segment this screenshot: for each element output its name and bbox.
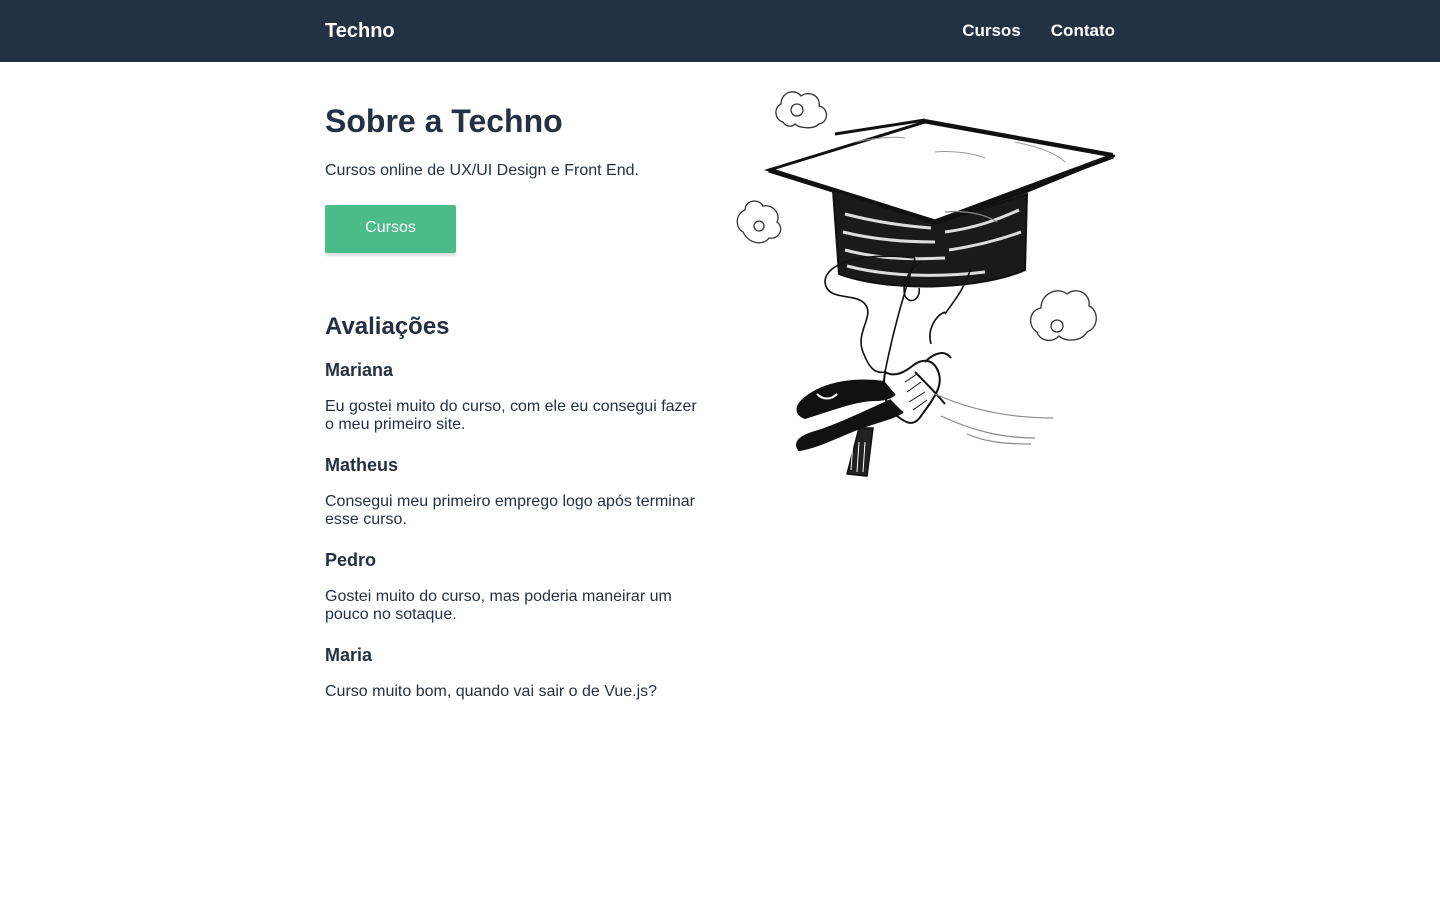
review-author: Mariana [325, 360, 394, 380]
page-title: Sobre a Techno [325, 103, 563, 139]
cloud-icon [736, 200, 782, 244]
main-content: Sobre a Techno Cursos online de UX/UI De… [325, 62, 1119, 721]
cloud-icon [1030, 290, 1097, 342]
site-header: Techno Cursos Contato [0, 0, 1440, 62]
review-author: Pedro [325, 550, 377, 570]
review-item: Matheus Consegui meu primeiro emprego lo… [325, 454, 700, 529]
nav-link-cursos[interactable]: Cursos [962, 21, 1021, 41]
nav-link-contato[interactable]: Contato [1051, 21, 1115, 41]
review-author: Matheus [325, 455, 399, 475]
review-item: Mariana Eu gostei muito do curso, com el… [325, 359, 700, 434]
brand-logo-link[interactable]: Techno [325, 20, 395, 43]
review-text: Curso muito bom, quando vai sair o de Vu… [325, 683, 658, 700]
graduation-cap-balloon-illustration [736, 91, 1119, 477]
review-text: Eu gostei muito do curso, com ele eu con… [325, 398, 697, 433]
about-section: Sobre a Techno Cursos online de UX/UI De… [325, 62, 700, 721]
reviews-heading: Avaliações [325, 313, 450, 340]
intro-text: Cursos online de UX/UI Design e Front En… [325, 162, 639, 179]
person-figure-icon [796, 352, 952, 477]
header-container: Techno Cursos Contato [325, 0, 1115, 62]
graduation-cap-icon [763, 118, 1119, 288]
review-text: Consegui meu primeiro emprego logo após … [325, 493, 695, 528]
illustration-column [735, 62, 1119, 721]
cloud-icon [775, 91, 828, 129]
cursos-button[interactable]: Cursos [325, 205, 456, 253]
review-author: Maria [325, 645, 373, 665]
review-item: Pedro Gostei muito do curso, mas poderia… [325, 549, 700, 624]
main-nav: Cursos Contato [962, 21, 1115, 41]
review-item: Maria Curso muito bom, quando vai sair o… [325, 644, 700, 701]
review-text: Gostei muito do curso, mas poderia manei… [325, 588, 672, 623]
